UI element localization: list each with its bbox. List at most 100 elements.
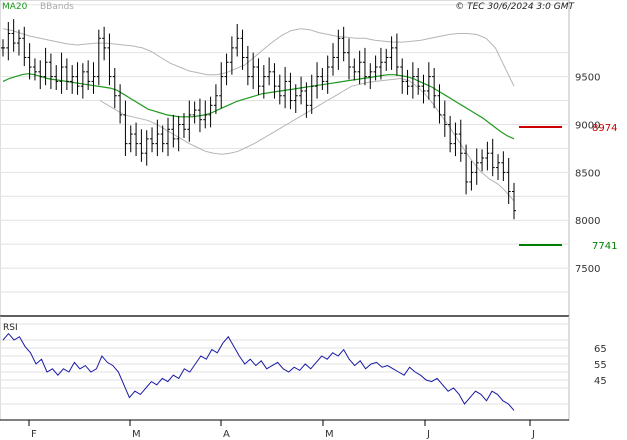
month-label: J xyxy=(531,429,535,440)
ohlc-bar xyxy=(331,43,336,76)
ohlc-bar xyxy=(309,74,314,114)
rsi-gridlines xyxy=(0,323,569,405)
ohlc-bar xyxy=(123,100,128,157)
ohlc-bar xyxy=(229,36,234,75)
ohlc-bar xyxy=(75,62,80,95)
ohlc-bar xyxy=(480,149,485,172)
bb-lower-line xyxy=(99,77,515,202)
ohlc-bar xyxy=(325,55,330,94)
rsi-tick-label: 45 xyxy=(594,376,607,387)
ohlc-bar xyxy=(11,19,16,52)
price-tick-label: 8000 xyxy=(575,216,600,227)
ohlc-bar xyxy=(501,151,506,181)
legend-ma20: MA20 xyxy=(2,2,28,12)
price-levels: 89747741 xyxy=(519,123,617,252)
ohlc-bar xyxy=(213,84,218,114)
ohlc-bar xyxy=(283,67,288,109)
ohlc-bar xyxy=(405,69,410,95)
main-gridlines xyxy=(0,4,569,293)
ohlc-bar xyxy=(490,138,495,177)
ohlc-bar xyxy=(464,144,469,195)
month-label: J xyxy=(426,429,430,440)
ohlc-bar xyxy=(187,100,192,142)
ohlc-bar xyxy=(362,47,367,86)
price-tick-label: 9000 xyxy=(575,120,600,131)
rsi-tick-label: 65 xyxy=(594,344,607,355)
ohlc-bar xyxy=(469,160,474,191)
ohlc-bar xyxy=(410,62,415,99)
ohlc-bar xyxy=(48,53,53,90)
month-label: F xyxy=(31,429,37,440)
ohlc-bar xyxy=(453,122,458,157)
ohlc-bar xyxy=(346,38,351,80)
ohlc-bar xyxy=(267,57,272,86)
ohlc-bar xyxy=(512,182,516,220)
ohlc-bar xyxy=(421,74,426,104)
ohlc-bar xyxy=(288,72,293,110)
ohlc-bar xyxy=(384,48,389,71)
month-label: A xyxy=(223,429,230,440)
ohlc-bar xyxy=(192,101,197,124)
level-label: 7741 xyxy=(592,241,617,252)
ohlc-bar xyxy=(107,33,112,86)
ohlc-bar xyxy=(112,67,117,109)
rsi-label: RSI xyxy=(3,323,18,333)
ohlc-bar xyxy=(315,62,320,99)
ohlc-bar xyxy=(176,115,181,152)
legend-bbands: BBands xyxy=(40,2,74,12)
ohlc-bar xyxy=(320,67,325,91)
bollinger-bands xyxy=(2,28,515,202)
ohlc-bar xyxy=(496,154,501,181)
price-tick-label: 9500 xyxy=(575,73,600,84)
ohlc-bar xyxy=(59,52,64,94)
ohlc-bar xyxy=(54,65,59,91)
source-note: © TEC 30/6/2024 3:0 GMT xyxy=(455,2,575,12)
ohlc-bar xyxy=(251,52,256,90)
rsi-axis-ticks: 65 55 45 xyxy=(594,344,607,387)
ohlc-bar xyxy=(341,26,346,62)
price-tick-label: 7500 xyxy=(575,264,600,275)
stock-chart: 8974 7741 9500 9000 8500 8000 7500 65 55 45 FMA… xyxy=(0,0,627,440)
ohlc-bars xyxy=(1,19,516,220)
ohlc-bar xyxy=(86,60,91,91)
ohlc-bar xyxy=(277,74,282,105)
ohlc-bar xyxy=(426,62,431,100)
ohlc-bar xyxy=(336,29,341,70)
ohlc-bar xyxy=(171,114,176,148)
ohlc-bar xyxy=(166,117,171,157)
ohlc-bar xyxy=(240,29,245,70)
ohlc-bar xyxy=(139,129,144,162)
ohlc-bar xyxy=(32,58,37,81)
ohlc-bar xyxy=(224,53,229,86)
ohlc-bar xyxy=(43,47,48,86)
ohlc-bar xyxy=(38,60,43,90)
rsi-panel: 65 55 45 xyxy=(0,315,607,421)
ohlc-bar xyxy=(64,58,69,91)
ohlc-bar xyxy=(474,148,479,185)
month-label: M xyxy=(132,429,141,440)
ohlc-bar xyxy=(235,23,240,57)
ohlc-bar xyxy=(22,26,27,67)
ohlc-bar xyxy=(80,63,85,99)
ohlc-bar xyxy=(219,62,224,109)
ohlc-bar xyxy=(272,63,277,99)
ohlc-bar xyxy=(118,84,123,124)
ohlc-bar xyxy=(91,62,96,94)
ohlc-bar xyxy=(352,58,357,81)
ohlc-bar xyxy=(70,65,75,94)
ohlc-bar xyxy=(394,33,399,76)
main-panel: 89747741 9500 9000 8500 8000 7500 xyxy=(0,0,617,317)
rsi-tick-label: 55 xyxy=(594,360,607,371)
legend: MA20 BBands © TEC 30/6/2024 3:0 GMT xyxy=(2,2,576,12)
ohlc-bar xyxy=(6,22,11,61)
ohlc-bar xyxy=(458,119,463,162)
month-axis: FMAMJJ xyxy=(0,419,569,440)
ohlc-bar xyxy=(485,141,490,171)
ohlc-bar xyxy=(437,84,442,124)
ohlc-bar xyxy=(1,39,5,57)
ohlc-bar xyxy=(245,45,250,86)
price-tick-label: 8500 xyxy=(575,168,600,179)
ohlc-bar xyxy=(134,122,139,157)
chart-canvas: 89747741 95009000850080007500 655545 FMA… xyxy=(0,0,617,440)
month-label: M xyxy=(325,429,334,440)
